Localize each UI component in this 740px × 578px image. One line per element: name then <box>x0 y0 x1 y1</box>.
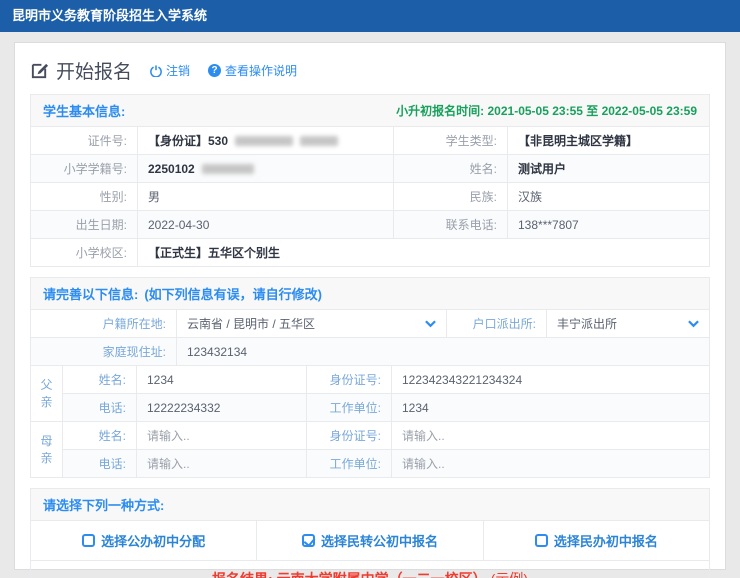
option-private-to-public[interactable]: 选择民转公初中报名 <box>256 521 482 560</box>
redacted-block <box>300 136 338 146</box>
hukou-select[interactable]: 云南省 / 昆明市 / 五华区 <box>176 310 446 337</box>
mother-marker: 母亲 <box>31 422 63 477</box>
chevron-down-icon <box>425 320 436 328</box>
checkbox-checked-icon <box>302 534 315 547</box>
address-row: 家庭现住址: 123432134 <box>31 338 709 366</box>
table-row: 出生日期: 2022-04-30 联系电话: 138***7807 <box>31 211 709 239</box>
mother-phone-input[interactable]: 请输入.. <box>136 450 306 477</box>
checkbox-unchecked-icon <box>535 534 548 547</box>
toolbar: 开始报名 注销 ? 查看操作说明 <box>30 57 710 84</box>
option-public-assignment[interactable]: 选择公办初中分配 <box>31 521 256 560</box>
choose-method-table: 请选择下列一种方式: 选择公办初中分配 选择民转公初中报名 选择民办初中报名 报… <box>30 488 710 578</box>
edit-icon <box>30 61 49 80</box>
address-input[interactable]: 123432134 <box>176 338 709 365</box>
father-phone-input[interactable]: 12222234332 <box>136 394 306 421</box>
help-link[interactable]: ? 查看操作说明 <box>208 62 297 79</box>
redacted-block <box>235 136 293 146</box>
result-row: 报名结果: 云南大学附属中学（一二一校区） (示例) <box>31 561 709 578</box>
redacted-block <box>202 164 254 174</box>
page-title: 开始报名 <box>30 57 132 84</box>
mother-name-input[interactable]: 请输入.. <box>136 422 306 449</box>
basic-section-title: 学生基本信息: <box>43 101 125 120</box>
mother-work-input[interactable]: 请输入.. <box>391 450 709 477</box>
father-work-input[interactable]: 1234 <box>391 394 709 421</box>
father-group: 父亲 姓名: 1234 身份证号: 122342343221234324 电话:… <box>31 366 709 422</box>
choose-section-title: 请选择下列一种方式: <box>43 495 164 514</box>
table-row: 性别: 男 民族: 汉族 <box>31 183 709 211</box>
complete-info-table: 请完善以下信息: (如下列信息有误，请自行修改) 户籍所在地: 云南省 / 昆明… <box>30 277 710 478</box>
options-row: 选择公办初中分配 选择民转公初中报名 选择民办初中报名 <box>31 521 709 561</box>
basic-info-header: 学生基本信息: 小升初报名时间: 2021-05-05 23:55 至 2022… <box>31 95 709 127</box>
result-label: 报名结果: <box>212 569 273 578</box>
hukou-row: 户籍所在地: 云南省 / 昆明市 / 五华区 户口派出所: 丰宁派出所 <box>31 310 709 338</box>
mother-group: 母亲 姓名: 请输入.. 身份证号: 请输入.. 电话: 请输入.. 工作单位:… <box>31 422 709 477</box>
table-row: 姓名: 1234 身份证号: 122342343221234324 <box>63 366 709 394</box>
table-row: 电话: 请输入.. 工作单位: 请输入.. <box>63 450 709 477</box>
complete-section-title: 请完善以下信息: <box>43 284 138 303</box>
chevron-down-icon <box>688 320 699 328</box>
result-value: 云南大学附属中学（一二一校区） <box>277 569 487 578</box>
choose-header: 请选择下列一种方式: <box>31 489 709 521</box>
basic-info-table: 学生基本信息: 小升初报名时间: 2021-05-05 23:55 至 2022… <box>30 94 710 267</box>
result-note: (示例) <box>491 569 528 578</box>
logout-link[interactable]: 注销 <box>150 62 190 79</box>
app-header: 昆明市义务教育阶段招生入学系统 <box>0 0 740 32</box>
table-row: 电话: 12222234332 工作单位: 1234 <box>63 394 709 421</box>
table-row: 证件号: 【身份证】530 学生类型: 【非昆明主城区学籍】 <box>31 127 709 155</box>
option-private[interactable]: 选择民办初中报名 <box>483 521 709 560</box>
question-icon: ? <box>208 64 221 77</box>
main-card: 开始报名 注销 ? 查看操作说明 学生基本信息: 小升初报名时间: 2021-0… <box>14 42 726 570</box>
deadline-text: 小升初报名时间: 2021-05-05 23:55 至 2022-05-05 2… <box>396 102 697 119</box>
table-row: 小学学籍号: 2250102 姓名: 测试用户 <box>31 155 709 183</box>
father-name-input[interactable]: 1234 <box>136 366 306 393</box>
father-marker: 父亲 <box>31 366 63 421</box>
father-idno-input[interactable]: 122342343221234324 <box>391 366 709 393</box>
checkbox-unchecked-icon <box>82 534 95 547</box>
complete-section-note: (如下列信息有误，请自行修改) <box>144 284 322 303</box>
power-icon <box>150 65 162 77</box>
police-select[interactable]: 丰宁派出所 <box>546 310 709 337</box>
mother-idno-input[interactable]: 请输入.. <box>391 422 709 449</box>
table-row: 姓名: 请输入.. 身份证号: 请输入.. <box>63 422 709 450</box>
app-title: 昆明市义务教育阶段招生入学系统 <box>12 8 207 23</box>
complete-info-header: 请完善以下信息: (如下列信息有误，请自行修改) <box>31 278 709 310</box>
table-row: 小学校区: 【正式生】五华区个别生 <box>31 239 709 266</box>
